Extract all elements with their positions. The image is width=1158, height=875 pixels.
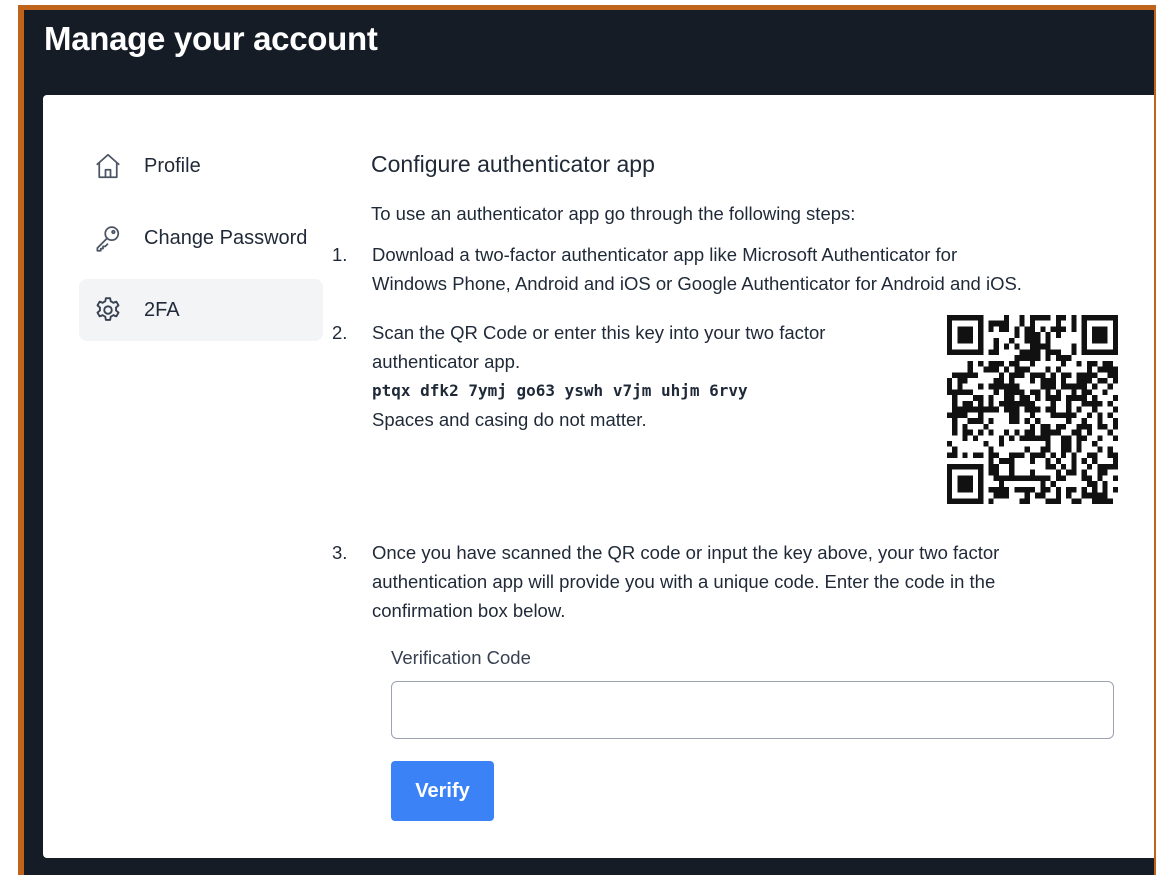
sidebar-item-profile[interactable]: Profile [79,135,323,197]
verification-code-input[interactable] [391,681,1114,739]
key-icon [96,226,120,252]
step-number: 3. [332,542,348,563]
section-heading: Configure authenticator app [371,151,655,177]
qr-code [947,315,1118,504]
app-window: Manage your account Profile Change Passw… [24,10,1154,875]
verify-button[interactable]: Verify [391,761,494,821]
step-number: 1. [332,244,348,265]
sidebar-item-change-password[interactable]: Change Password [79,207,323,269]
step-number: 2. [332,322,348,343]
sidebar-item-label: 2FA [144,298,180,321]
sidebar-item-label: Profile [144,154,201,177]
verification-code-label: Verification Code [391,647,531,668]
content-card: Profile Change Password 2FA Configure au… [43,95,1154,858]
step-text: authentication app will provide you with… [372,571,996,592]
authenticator-key[interactable]: ptqx dfk2 7ymj go63 yswh v7jm uhjm 6rvy [372,376,825,405]
step-text: Scan the QR Code or enter this key into … [372,322,826,343]
step-text: confirmation box below. [372,600,566,621]
step-text: Windows Phone, Android and iOS or Google… [372,273,1022,294]
sidebar-item-label: Change Password [144,226,308,249]
gear-icon [96,297,120,321]
sidebar-item-2fa[interactable]: 2FA [79,279,323,341]
step-text: Download a two-factor authenticator app … [372,244,958,265]
intro-text: To use an authenticator app go through t… [371,203,856,224]
step-text: authenticator app. [372,351,521,372]
home-icon [96,153,120,179]
sidebar: Profile Change Password 2FA [79,135,323,341]
step-text: Once you have scanned the QR code or inp… [372,542,1000,563]
step-note: Spaces and casing do not matter. [372,409,647,430]
page-title: Manage your account [44,20,378,57]
